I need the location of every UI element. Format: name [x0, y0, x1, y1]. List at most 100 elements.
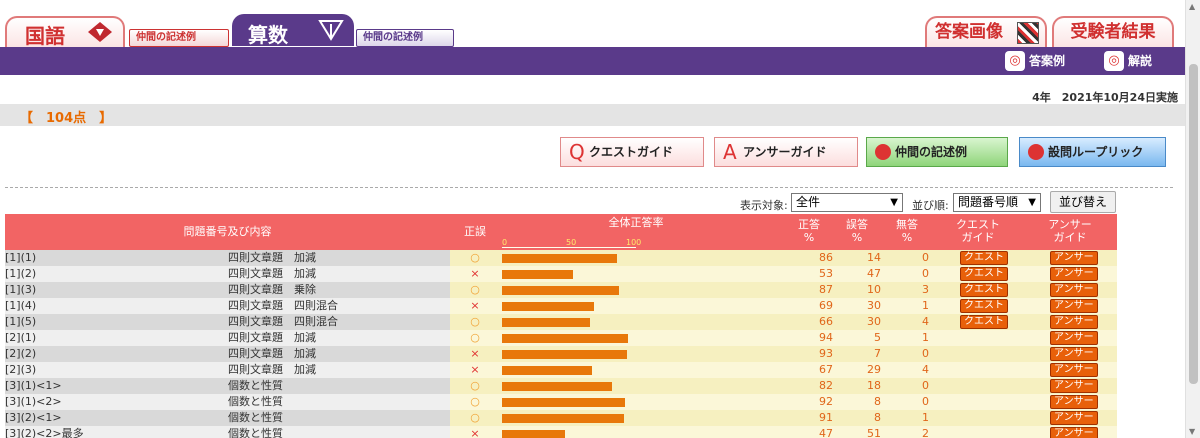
row-correct: 91 — [819, 411, 833, 424]
answer-chip[interactable]: アンサー — [1050, 315, 1098, 329]
quest-chip[interactable]: クエスト — [960, 267, 1008, 281]
row-mark: ○ — [470, 411, 480, 424]
scroll-up-icon[interactable]: ▲ — [1189, 2, 1195, 11]
row-wrong: 51 — [867, 427, 881, 438]
row-mark: ○ — [470, 395, 480, 408]
answer-guide-button[interactable]: A アンサーガイド — [714, 137, 858, 167]
scroll-down-icon[interactable]: ▼ — [1189, 427, 1195, 436]
row-mark: × — [470, 299, 480, 312]
answer-chip[interactable]: アンサー — [1050, 363, 1098, 377]
subject-tabs: 国語 仲間の記述例 算数 仲間の記述例 答案画像 受験者結果 — [0, 0, 1185, 48]
nakama-sansu-button[interactable]: 仲間の記述例 — [356, 29, 454, 47]
row-wrong: 30 — [867, 299, 881, 312]
row-bar-area — [500, 250, 772, 266]
row-blank: 4 — [922, 315, 929, 328]
sort-button[interactable]: 並び替え — [1050, 191, 1116, 213]
tab-kokugo[interactable]: 国語 — [5, 16, 125, 48]
tab-result[interactable]: 受験者結果 — [1052, 16, 1174, 48]
tab-answer-image[interactable]: 答案画像 — [925, 16, 1047, 48]
row-blank: 0 — [922, 251, 929, 264]
row-correct: 87 — [819, 283, 833, 296]
scrollbar[interactable]: ▲ ▼ — [1185, 0, 1200, 438]
qr-code-icon — [1017, 22, 1039, 44]
th-quest-1: クエスト — [956, 218, 1000, 231]
row-topic: 個数と性質 — [228, 411, 283, 424]
th-quest-2: ガイド — [961, 231, 995, 244]
nakama-kokugo-button[interactable]: 仲間の記述例 — [129, 29, 229, 47]
rubric-button[interactable]: 設問ループリック — [1019, 137, 1166, 167]
answer-chip[interactable]: アンサー — [1050, 427, 1098, 438]
row-correct: 66 — [819, 315, 833, 328]
quest-chip[interactable]: クエスト — [960, 251, 1008, 265]
row-correct: 47 — [819, 427, 833, 438]
answer-example-link[interactable]: ◎ 答案例 — [1005, 51, 1065, 71]
tab-result-label: 受験者結果 — [1070, 22, 1156, 42]
table-row: [2](3) 四則文章題 加減 × 67 29 4 アンサー — [5, 362, 1117, 378]
row-blank: 0 — [922, 267, 929, 280]
correct-rate-bar — [502, 254, 617, 263]
row-correct: 53 — [819, 267, 833, 280]
table-row: [3](2)<2>最多 個数と性質 × 47 51 2 アンサー — [5, 426, 1117, 438]
answer-chip[interactable]: アンサー — [1050, 267, 1098, 281]
correct-rate-bar — [502, 430, 565, 438]
row-mark: × — [470, 363, 480, 376]
row-blank: 2 — [922, 427, 929, 438]
rubric-icon — [1028, 144, 1044, 160]
answer-chip[interactable]: アンサー — [1050, 283, 1098, 297]
answer-chip[interactable]: アンサー — [1050, 379, 1098, 393]
row-topic: 四則文章題 乗除 — [228, 283, 316, 296]
exam-date: 4年 2021年10月24日実施 — [1032, 91, 1178, 104]
sort-select[interactable]: 問題番号順 ▼ — [953, 193, 1041, 212]
sort-select-value: 問題番号順 — [958, 195, 1019, 209]
correct-rate-bar — [502, 334, 628, 343]
th-quest-guide: クエスト ガイド — [945, 218, 1011, 244]
row-wrong: 5 — [874, 331, 881, 344]
answer-chip[interactable]: アンサー — [1050, 331, 1098, 345]
tab-sansu[interactable]: 算数 — [232, 14, 354, 47]
th-item: 問題番号及び内容 — [183, 225, 272, 238]
row-mark: × — [470, 427, 480, 438]
quest-guide-button[interactable]: Q クエストガイド — [560, 137, 704, 167]
answer-chip[interactable]: アンサー — [1050, 411, 1098, 425]
answer-chip[interactable]: アンサー — [1050, 299, 1098, 313]
scale-50: 50 — [566, 238, 577, 247]
rubric-label: 設問ループリック — [1048, 145, 1144, 159]
tab-sansu-label: 算数 — [248, 23, 288, 47]
quest-chip[interactable]: クエスト — [960, 315, 1008, 329]
row-mark: ○ — [470, 331, 480, 344]
answer-chip[interactable]: アンサー — [1050, 251, 1098, 265]
row-mark: ○ — [470, 251, 480, 264]
answer-chip[interactable]: アンサー — [1050, 395, 1098, 409]
table-row: [1](1) 四則文章題 加減 ○ 86 14 0 クエスト アンサー — [5, 250, 1117, 266]
row-wrong: 14 — [867, 251, 881, 264]
row-correct: 93 — [819, 347, 833, 360]
answer-chip[interactable]: アンサー — [1050, 347, 1098, 361]
row-correct: 94 — [819, 331, 833, 344]
divider — [5, 187, 1173, 188]
row-wrong: 7 — [874, 347, 881, 360]
explanation-link[interactable]: ◎ 解説 — [1104, 51, 1152, 71]
row-topic: 四則文章題 加減 — [228, 347, 316, 360]
scroll-thumb[interactable] — [1189, 64, 1198, 384]
row-mark: ○ — [470, 315, 480, 328]
explanation-icon: ◎ — [1104, 51, 1124, 71]
table-row: [3](1)<1> 個数と性質 ○ 82 18 0 アンサー — [5, 378, 1117, 394]
row-bar-area — [500, 362, 772, 378]
th-blank-label: 無答 — [896, 218, 918, 231]
quest-chip[interactable]: クエスト — [960, 283, 1008, 297]
display-select[interactable]: 全件 ▼ — [791, 193, 903, 212]
a-letter-icon: A — [723, 140, 737, 164]
table-row: [2](1) 四則文章題 加減 ○ 94 5 1 アンサー — [5, 330, 1117, 346]
table-header: 問題番号及び内容 正誤 全体正答率 0 50 100 正答 % 誤答 % 無答 … — [5, 214, 1117, 250]
row-bar-area — [500, 426, 772, 438]
nakama-guide-button[interactable]: 仲間の記述例 — [866, 137, 1008, 167]
score-bar: 【 104点 】 — [0, 104, 1185, 126]
row-wrong: 10 — [867, 283, 881, 296]
row-blank: 1 — [922, 331, 929, 344]
th-overall: 全体正答率 — [608, 216, 664, 229]
row-mark: ○ — [470, 283, 480, 296]
quest-chip[interactable]: クエスト — [960, 299, 1008, 313]
table-row: [3](2)<1> 個数と性質 ○ 91 8 1 アンサー — [5, 410, 1117, 426]
row-bar-area — [500, 266, 772, 282]
th-correct-label: 正答 — [798, 218, 820, 231]
